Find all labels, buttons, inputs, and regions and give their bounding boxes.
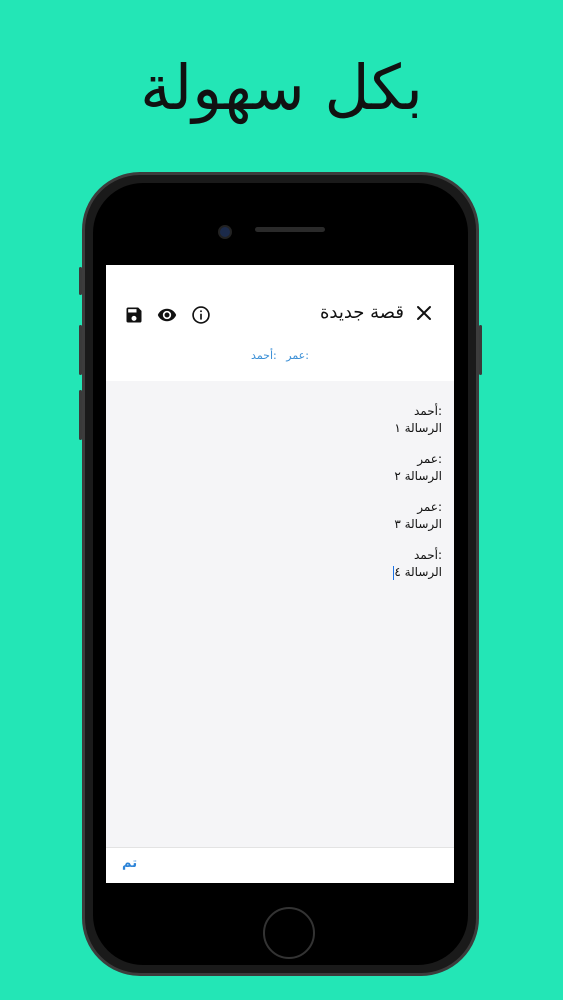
save-icon[interactable] [124,305,146,327]
message-speaker: :عمر [417,500,442,514]
eye-icon[interactable] [156,305,178,327]
phone-silent-switch [79,267,82,295]
earpiece-speaker [255,227,325,232]
message-text: الرسالة ٣ [394,517,442,531]
message-speaker: :أحمد [413,548,442,562]
done-button[interactable]: تم [122,856,137,871]
page-title: قصة جديدة [319,302,404,323]
message-text: الرسالة ٤ [394,565,442,579]
message-text: الرسالة ٢ [394,469,442,483]
character-list: :عمر :أحمد [106,349,454,362]
phone-volume-down [79,390,82,440]
close-icon[interactable] [416,305,434,323]
app-screen: قصة جديدة :عمر :أحمد :أحمد الرسالة ١ :عم… [106,265,454,883]
front-camera [218,225,232,239]
home-button[interactable] [263,907,315,959]
message-speaker: :أحمد [413,404,442,418]
story-editor[interactable]: :أحمد الرسالة ١ :عمر الرسالة ٢ :عمر الرس… [106,381,454,847]
message-item: :أحمد الرسالة ١ [394,403,442,437]
message-item: :عمر الرسالة ٣ [394,499,442,533]
info-icon[interactable] [191,305,213,327]
bottom-bar: تم [106,847,454,883]
character-chip[interactable]: :أحمد [251,349,277,362]
message-item: :عمر الرسالة ٢ [394,451,442,485]
headline: بكل سهولة [140,51,423,124]
top-bar: قصة جديدة :عمر :أحمد [106,265,454,381]
character-chip[interactable]: :عمر [286,349,309,362]
message-speaker: :عمر [417,452,442,466]
message-text: الرسالة ١ [394,421,442,435]
phone-volume-up [79,325,82,375]
phone-power-button [479,325,482,375]
message-item: :أحمد الرسالة ٤ [393,547,442,581]
